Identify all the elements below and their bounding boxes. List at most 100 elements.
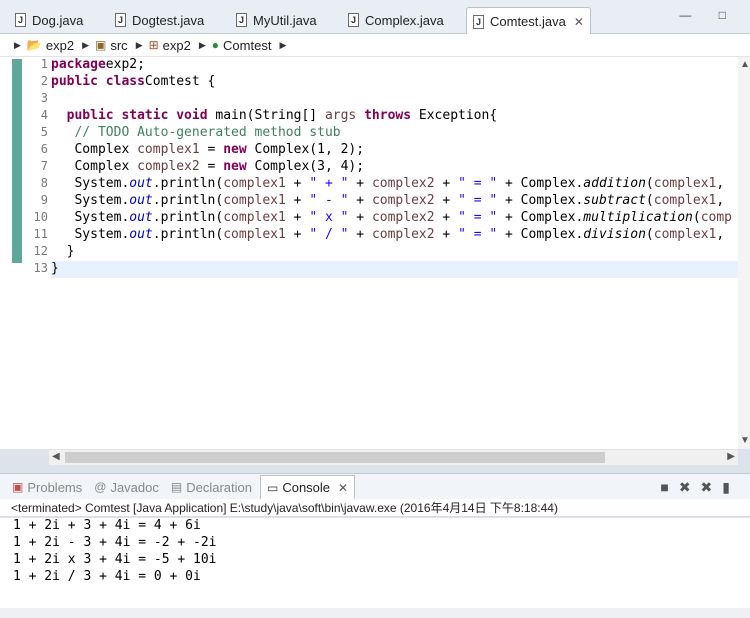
source-folder-icon: ▣ (95, 38, 107, 52)
code-token: + (434, 210, 459, 225)
tab-myutil-java[interactable]: J MyUtil.java (236, 7, 317, 33)
editor-vertical-scrollbar[interactable]: ▲ ▼ (738, 57, 750, 449)
code-token: + Complex. (497, 176, 584, 191)
code-token: multiplication (583, 210, 693, 225)
scroll-down-icon[interactable]: ▼ (740, 435, 750, 446)
code-token: .println( (152, 176, 224, 191)
chevron-right-icon: ▶ (135, 39, 143, 50)
breadcrumb-project[interactable]: 📂 exp2 (23, 38, 74, 53)
code-token: + (434, 227, 459, 242)
scroll-up-icon[interactable]: ▲ (740, 59, 750, 70)
code-token: out (129, 176, 153, 191)
console-line: 1 + 2i x 3 + 4i = -5 + 10i (13, 552, 217, 567)
line-number: 3 (40, 91, 48, 105)
code-token: complex1 (223, 210, 286, 225)
code-token: complex2 (371, 193, 435, 208)
code-line[interactable]: System.out.println(complex1 + " / " + co… (51, 227, 738, 244)
code-token: complex1 (223, 193, 286, 208)
code-token: complex1 (653, 176, 717, 191)
line-number: 9 (40, 193, 48, 207)
code-token: System. (51, 193, 130, 208)
code-token: , (716, 227, 725, 242)
code-token: Comtest { (144, 74, 216, 89)
code-token: division (583, 227, 646, 242)
code-line[interactable]: packageexp2; (51, 57, 738, 74)
tab-console[interactable]: ▭ Console ✕ (259, 475, 356, 499)
console-output[interactable]: 1 + 2i + 3 + 4i = 4 + 6i 1 + 2i - 3 + 4i … (0, 518, 750, 608)
code-token: complex2 (371, 227, 435, 242)
code-token: , (716, 176, 725, 191)
window-controls[interactable]: — □ (679, 8, 738, 22)
line-number: 8 (40, 176, 48, 190)
console-toolbar: ■✖✖▮ (660, 479, 740, 496)
code-editor[interactable]: 1 2 3 4 5 6 7 8 9 10 11 12 13 packageexp2; public cla… (0, 57, 738, 449)
line-numbers: 1 2 3 4 5 6 7 8 9 10 11 12 13 (22, 57, 48, 278)
scroll-right-icon[interactable]: ▶ (727, 451, 735, 462)
remove-all-icon[interactable]: ✖ (701, 479, 723, 495)
code-token: public class (51, 74, 145, 89)
at-icon: @ (94, 480, 107, 494)
code-token: out (129, 193, 153, 208)
code-token: new (223, 142, 247, 157)
code-line[interactable]: Complex complex2 = new Complex(3, 4); (51, 159, 738, 176)
breadcrumb-package[interactable]: ⊞ exp2 (145, 38, 191, 53)
code-token: complex1 (137, 142, 200, 157)
tab-javadoc[interactable]: @ Javadoc (94, 480, 159, 495)
code-line[interactable]: public static void main(String[] args th… (51, 108, 738, 125)
pin-console-icon[interactable]: ▮ (722, 479, 740, 495)
terminate-icon[interactable]: ■ (660, 479, 678, 495)
remove-launch-icon[interactable]: ✖ (679, 479, 701, 495)
code-token: = (199, 159, 224, 174)
code-token: } (51, 244, 75, 259)
line-number: 6 (40, 142, 48, 156)
scroll-thumb[interactable] (65, 452, 605, 463)
code-line[interactable]: public classComtest { (51, 74, 738, 91)
tab-comtest-java[interactable]: J Comtest.java ✕ (466, 7, 591, 35)
editor-horizontal-scrollbar[interactable]: ◀ ▶ (49, 449, 738, 465)
java-file-icon: J (115, 13, 126, 27)
tab-dogtest-java[interactable]: J Dogtest.java (115, 7, 204, 33)
code-line[interactable]: System.out.println(complex1 + " x " + co… (51, 210, 738, 227)
console-line: 1 + 2i / 3 + 4i = 0 + 0i (13, 569, 201, 584)
code-line[interactable]: Complex complex1 = new Complex(1, 2); (51, 142, 738, 159)
close-tab-icon[interactable]: ✕ (338, 481, 348, 495)
code-line[interactable] (51, 91, 738, 108)
code-line[interactable]: } (51, 244, 738, 261)
line-number: 4 (40, 108, 48, 122)
breadcrumb-class[interactable]: ● Comtest (208, 38, 272, 53)
tab-problems[interactable]: ▣ Problems (12, 480, 82, 495)
line-number: 11 (33, 227, 48, 241)
close-tab-icon[interactable]: ✕ (574, 15, 584, 29)
code-line[interactable]: } (51, 261, 738, 278)
code-token: public static void (66, 108, 208, 123)
scroll-left-icon[interactable]: ◀ (52, 451, 60, 462)
console-line: 1 + 2i + 3 + 4i = 4 + 6i (13, 518, 201, 533)
code-line[interactable]: // TODO Auto-generated method stub (51, 125, 738, 142)
code-token: + (285, 193, 310, 208)
code-token: + Complex. (497, 210, 584, 225)
code-token: exp2; (105, 57, 145, 72)
java-file-icon: J (473, 14, 484, 29)
java-file-icon: J (236, 13, 247, 27)
code-token: + (348, 227, 372, 242)
code-token: ( (645, 176, 654, 191)
tab-complex-java[interactable]: J Complex.java (348, 7, 444, 33)
code-token: ( (645, 227, 654, 242)
code-token: + Complex. (497, 227, 584, 242)
tab-declaration[interactable]: ▤ Declaration (171, 480, 252, 495)
code-line[interactable]: System.out.println(complex1 + " - " + co… (51, 193, 738, 210)
code-token: subtract (583, 193, 646, 208)
tab-dog-java[interactable]: J Dog.java (15, 7, 83, 33)
code-token: Exception{ (411, 108, 498, 123)
code-token: complex1 (223, 176, 286, 191)
code-lines[interactable]: packageexp2; public classComtest { public… (51, 57, 738, 278)
console-scrollbar[interactable] (0, 608, 750, 618)
breadcrumb-src[interactable]: ▣ src (91, 38, 128, 53)
code-line[interactable]: System.out.println(complex1 + " + " + co… (51, 176, 738, 193)
code-token: System. (51, 210, 130, 225)
code-token: ( (692, 210, 701, 225)
line-number: 7 (40, 159, 48, 173)
console-icon: ▭ (266, 480, 279, 495)
